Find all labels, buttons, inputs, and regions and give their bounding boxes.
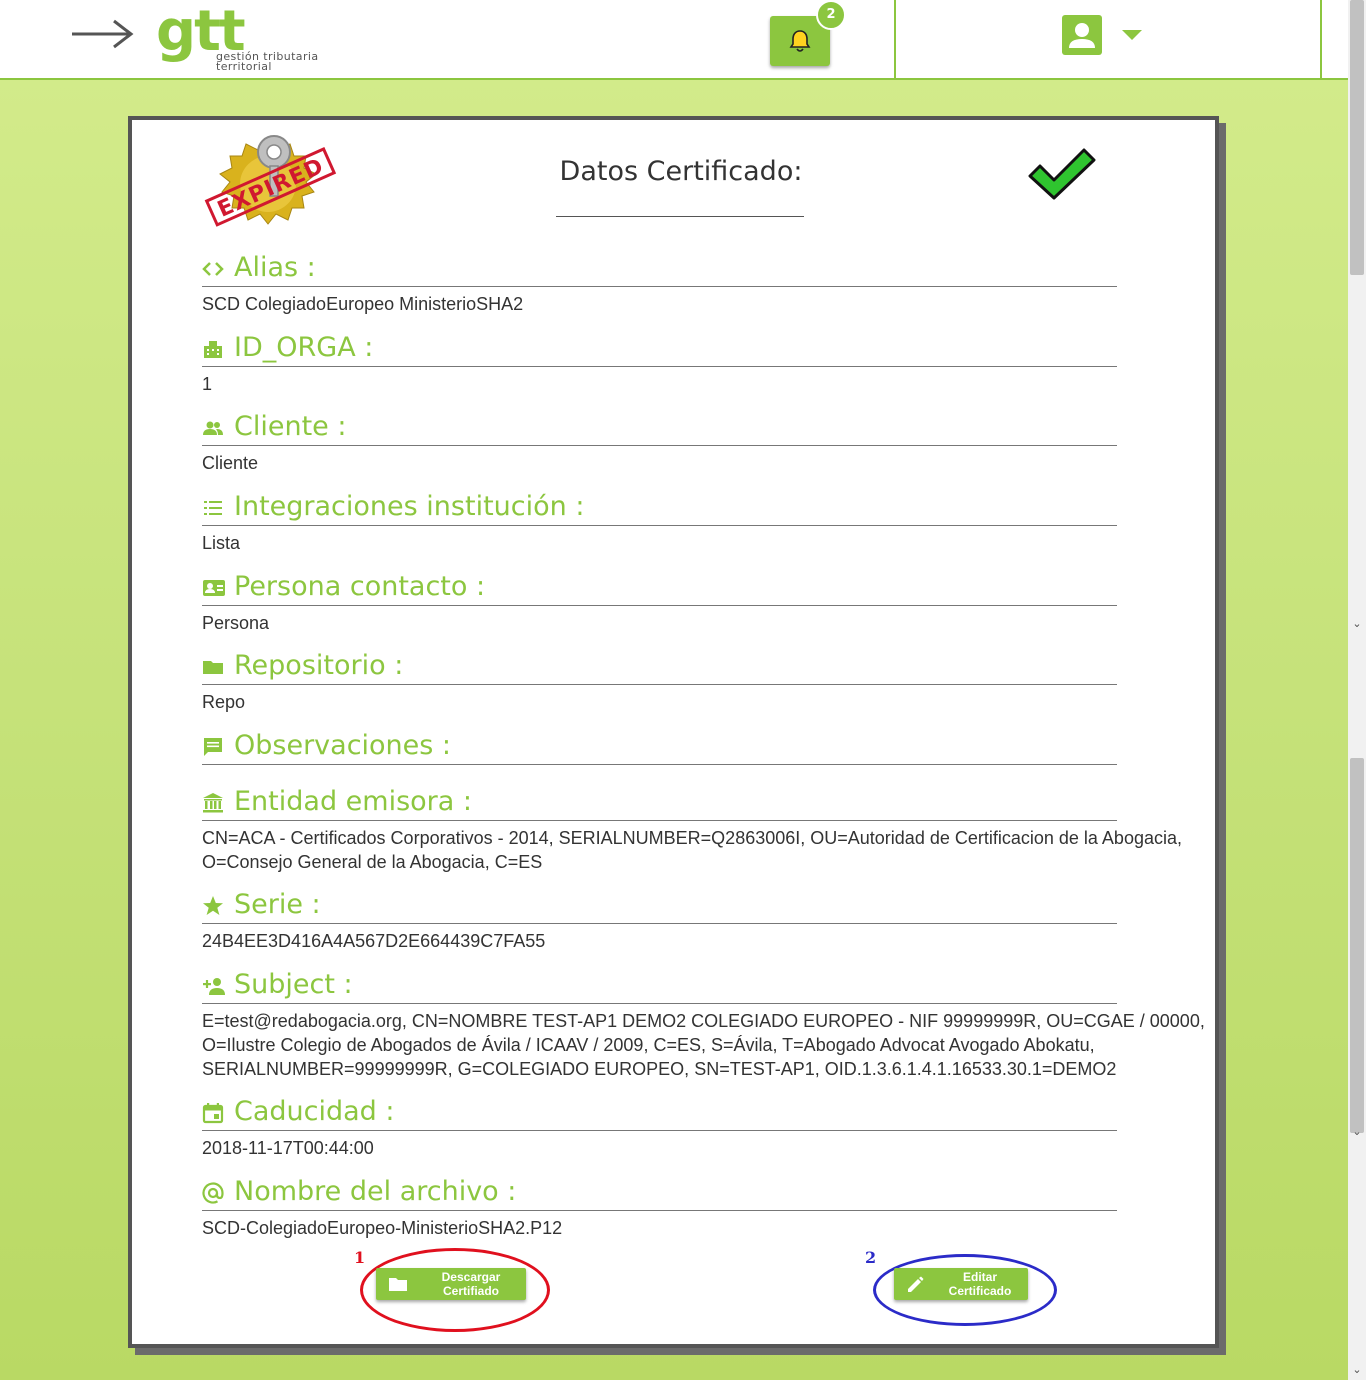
field-observaciones: Observaciones :	[202, 728, 1117, 770]
field-id-orga: ID_ORGA : 1	[202, 330, 1117, 396]
annotation-number-2: 2	[865, 1248, 877, 1267]
code-icon	[202, 258, 226, 280]
field-subject: Subject : E=test@redabogacia.org, CN=NOM…	[202, 967, 1205, 1081]
edit-button-label-line2: Certificado	[948, 1284, 1012, 1298]
field-value: Persona	[202, 613, 270, 633]
bank-icon	[202, 792, 226, 814]
field-label: Repositorio :	[234, 650, 404, 681]
checkmark-icon	[1028, 146, 1096, 204]
field-value: Cliente	[202, 453, 259, 473]
expired-badge-icon: EXPIRED	[200, 130, 340, 230]
at-icon	[202, 1181, 226, 1204]
folder-icon	[388, 1276, 408, 1295]
field-value: Repo	[202, 692, 246, 712]
field-value: 2018-11-17T00:44:00	[202, 1138, 374, 1158]
pencil-icon	[906, 1276, 924, 1297]
gtt-logo: gtt gestión tributaria territorial	[156, 0, 319, 73]
calendar-icon	[202, 1102, 226, 1124]
field-label: Entidad emisora :	[234, 786, 472, 817]
scroll-down-arrow-icon[interactable]: ⌄	[1349, 616, 1365, 632]
field-label: Alias :	[234, 252, 316, 283]
star-icon	[202, 895, 226, 917]
back-arrow-icon[interactable]	[70, 16, 136, 52]
annotation-number-1: 1	[354, 1248, 366, 1267]
download-button-label-line1: Descargar	[441, 1270, 501, 1284]
field-serie: Serie : 24B4EE3D416A4A567D2E664439C7FA55	[202, 887, 1117, 953]
field-repositorio: Repositorio : Repo	[202, 648, 1117, 714]
field-label: Cliente :	[234, 411, 347, 442]
field-value: SCD ColegiadoEuropeo MinisterioSHA2	[202, 294, 524, 314]
bell-icon	[789, 30, 811, 52]
scroll-down-arrow-icon-2[interactable]: ⌄	[1349, 1124, 1365, 1140]
field-value: 1	[202, 374, 213, 394]
scrollbar-thumb[interactable]	[1350, 0, 1364, 275]
field-caducidad: Caducidad : 2018-11-17T00:44:00	[202, 1094, 1117, 1160]
edit-certificate-button[interactable]: Editar Certificado	[894, 1268, 1028, 1300]
field-label: ID_ORGA :	[234, 332, 374, 363]
notification-count-badge: 2	[816, 0, 846, 30]
field-label: Serie :	[234, 889, 321, 920]
user-avatar-icon[interactable]	[1062, 15, 1102, 55]
header-divider	[894, 0, 896, 78]
scroll-bottom-arrow-icon[interactable]: ⌄	[1349, 1362, 1365, 1378]
certificate-card: EXPIRED Datos Certificado: Alias : SCD C…	[128, 116, 1219, 1348]
field-label: Integraciones institución :	[234, 491, 585, 522]
field-value: SCD-ColegiadoEuropeo-MinisterioSHA2.P12	[202, 1218, 563, 1238]
field-value: 24B4EE3D416A4A567D2E664439C7FA55	[202, 931, 546, 951]
field-label: Caducidad :	[234, 1096, 395, 1127]
field-label: Subject :	[234, 969, 353, 1000]
contact-card-icon	[202, 577, 226, 599]
download-button-label-line2: Certifiado	[442, 1284, 499, 1298]
field-persona-contacto: Persona contacto : Persona	[202, 569, 1117, 635]
field-value: CN=ACA - Certificados Corporativos - 201…	[202, 828, 1182, 872]
folder-icon	[202, 656, 226, 678]
comment-icon	[202, 736, 226, 758]
header-divider-right	[1320, 0, 1322, 78]
field-nombre-archivo: Nombre del archivo : SCD-ColegiadoEurope…	[202, 1174, 1117, 1240]
title-underline	[556, 216, 804, 217]
page-title: Datos Certificado:	[559, 156, 803, 187]
scrollbar-thumb-secondary[interactable]	[1350, 758, 1364, 1133]
field-alias: Alias : SCD ColegiadoEuropeo MinisterioS…	[202, 250, 1117, 316]
top-header: gtt gestión tributaria territorial 2	[0, 0, 1348, 80]
building-icon	[202, 338, 226, 360]
field-value: Lista	[202, 533, 241, 553]
field-entidad-emisora: Entidad emisora : CN=ACA - Certificados …	[202, 784, 1182, 874]
people-icon	[202, 417, 226, 439]
user-menu-caret-icon[interactable]	[1122, 30, 1142, 40]
field-value: E=test@redabogacia.org, CN=NOMBRE TEST-A…	[202, 1011, 1205, 1079]
person-add-icon	[202, 975, 226, 997]
field-cliente: Cliente : Cliente	[202, 409, 1117, 475]
field-label: Observaciones :	[234, 730, 452, 761]
download-certificate-button[interactable]: Descargar Certifiado	[376, 1268, 526, 1300]
list-icon	[202, 497, 226, 519]
field-label: Nombre del archivo :	[234, 1176, 517, 1207]
field-integraciones: Integraciones institución : Lista	[202, 489, 1117, 555]
edit-button-label-line1: Editar	[962, 1270, 997, 1284]
field-label: Persona contacto :	[234, 571, 486, 602]
